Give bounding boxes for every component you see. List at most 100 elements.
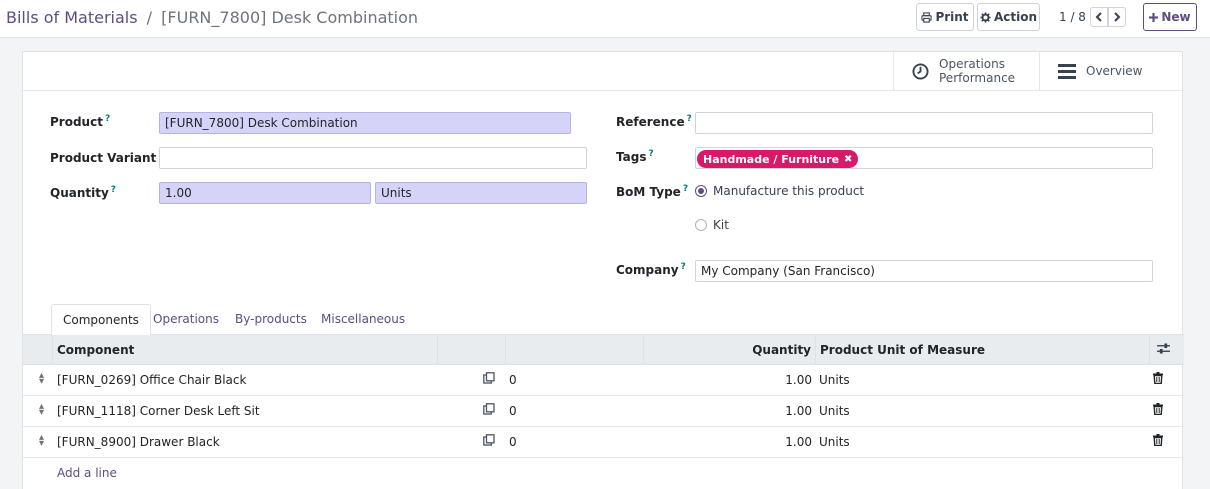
bom-type-label: BoM Type? xyxy=(616,184,688,199)
company-field[interactable]: My Company (San Francisco) xyxy=(695,260,1153,282)
bars-icon xyxy=(1058,63,1076,79)
operations-performance-label: Operations Performance xyxy=(939,57,1015,85)
print-icon xyxy=(921,11,933,23)
trash-icon[interactable] xyxy=(1153,372,1163,387)
tag-badge: Handmade / Furniture ✖ xyxy=(697,150,859,168)
action-button[interactable]: Action xyxy=(977,3,1040,31)
help-marker[interactable]: ? xyxy=(687,114,692,124)
gear-icon xyxy=(980,11,991,23)
bom-type-label-text: BoM Type xyxy=(616,185,681,199)
table-row[interactable]: ▴ ▾ [FURN_8900] Drawer Black 0 1.00 Units xyxy=(23,427,1184,458)
remove-tag-icon[interactable]: ✖ xyxy=(844,154,852,165)
table-row[interactable]: ▴ ▾ [FURN_0269] Office Chair Black 0 1.00… xyxy=(23,365,1184,396)
print-label: Print xyxy=(935,10,969,24)
component-uom[interactable]: Units xyxy=(819,404,850,418)
chevron-right-icon xyxy=(1114,12,1121,22)
help-marker[interactable]: ? xyxy=(105,114,110,124)
help-marker[interactable]: ? xyxy=(648,149,653,159)
new-button[interactable]: New xyxy=(1143,3,1197,31)
radio-kit[interactable] xyxy=(695,219,707,231)
product-variant-label: Product Variant? xyxy=(50,150,164,165)
optional-columns-toggle[interactable] xyxy=(1149,335,1184,365)
component-name[interactable]: [FURN_1118] Corner Desk Left Sit xyxy=(57,404,260,418)
tab-by-products[interactable]: By-products xyxy=(224,304,318,335)
component-name[interactable]: [FURN_8900] Drawer Black xyxy=(57,435,220,449)
tags-label: Tags? xyxy=(616,149,654,164)
component-name[interactable]: [FURN_0269] Office Chair Black xyxy=(57,373,246,387)
sliders-icon xyxy=(1157,343,1170,354)
column-count xyxy=(505,335,643,365)
control-panel: Bills of Materials / [FURN_7800] Desk Co… xyxy=(0,0,1210,38)
pager-value[interactable]: 1 / 8 xyxy=(1059,10,1086,24)
operations-label-line1: Operations xyxy=(939,57,1005,71)
product-variant-field[interactable] xyxy=(159,147,587,169)
product-field[interactable]: [FURN_7800] Desk Combination xyxy=(159,112,571,134)
copy-icon[interactable] xyxy=(483,434,495,449)
breadcrumb: Bills of Materials / [FURN_7800] Desk Co… xyxy=(6,8,418,27)
uom-field[interactable]: Units xyxy=(375,182,587,204)
drag-handle-icon[interactable]: ▴ ▾ xyxy=(39,433,44,449)
reference-label-text: Reference xyxy=(616,115,685,129)
tags-field[interactable]: Handmade / Furniture ✖ xyxy=(695,147,1153,169)
tab-components[interactable]: Components xyxy=(51,304,151,336)
product-variant-label-text: Product Variant xyxy=(50,151,157,165)
operations-performance-button[interactable]: Operations Performance xyxy=(893,52,1039,90)
tag-label: Handmade / Furniture xyxy=(703,152,840,166)
bom-type-manufacture-label: Manufacture this product xyxy=(713,184,865,198)
tab-miscellaneous[interactable]: Miscellaneous xyxy=(310,304,416,335)
action-label: Action xyxy=(993,10,1038,24)
radio-manufacture[interactable] xyxy=(695,185,707,197)
component-count: 0 xyxy=(509,404,517,418)
smart-button-box: Operations Performance Overview xyxy=(23,52,1184,91)
product-label: Product? xyxy=(50,114,110,129)
help-marker[interactable]: ? xyxy=(111,185,116,195)
component-uom[interactable]: Units xyxy=(819,435,850,449)
help-marker[interactable]: ? xyxy=(683,184,688,194)
tags-label-text: Tags xyxy=(616,150,647,164)
drag-handle-icon[interactable]: ▴ ▾ xyxy=(39,371,44,387)
trash-icon[interactable] xyxy=(1153,434,1163,449)
reference-label: Reference? xyxy=(616,114,692,129)
pager-next-button[interactable] xyxy=(1108,7,1126,27)
quantity-label: Quantity? xyxy=(50,185,116,200)
table-header: Component Quantity Product Unit of Measu… xyxy=(23,335,1184,365)
clock-icon xyxy=(912,62,929,80)
column-quantity[interactable]: Quantity xyxy=(643,335,815,365)
component-count: 0 xyxy=(509,373,517,387)
add-line-link[interactable]: Add a line xyxy=(57,466,117,480)
column-component[interactable]: Component xyxy=(52,335,438,365)
form-sheet: Operations Performance Overview Product?… xyxy=(22,51,1184,489)
pager-previous-button[interactable] xyxy=(1090,7,1108,27)
new-label: New xyxy=(1161,10,1191,24)
print-button[interactable]: Print xyxy=(916,3,974,31)
copy-icon[interactable] xyxy=(483,403,495,418)
column-uom[interactable]: Product Unit of Measure xyxy=(815,335,1149,365)
plus-icon xyxy=(1149,12,1159,22)
bom-type-kit-label: Kit xyxy=(713,218,729,232)
breadcrumb-current: [FURN_7800] Desk Combination xyxy=(161,8,419,27)
copy-icon[interactable] xyxy=(483,372,495,387)
overview-button[interactable]: Overview xyxy=(1039,52,1184,90)
bom-type-manufacture-option[interactable]: Manufacture this product xyxy=(695,184,864,198)
reference-field[interactable] xyxy=(695,112,1153,134)
component-quantity[interactable]: 1.00 xyxy=(643,373,812,387)
component-quantity[interactable]: 1.00 xyxy=(643,435,812,449)
overview-label: Overview xyxy=(1086,64,1143,78)
component-count: 0 xyxy=(509,435,517,449)
notebook-tabs: Components Operations By-products Miscel… xyxy=(23,304,1184,336)
bom-type-kit-option[interactable]: Kit xyxy=(695,218,729,232)
component-uom[interactable]: Units xyxy=(819,373,850,387)
component-quantity[interactable]: 1.00 xyxy=(643,404,812,418)
product-label-text: Product xyxy=(50,115,103,129)
breadcrumb-bom-link[interactable]: Bills of Materials xyxy=(6,8,138,27)
drag-handle-icon[interactable]: ▴ ▾ xyxy=(39,402,44,418)
quantity-field[interactable]: 1.00 xyxy=(159,182,371,204)
operations-label-line2: Performance xyxy=(939,71,1016,85)
company-label-text: Company xyxy=(616,263,679,277)
trash-icon[interactable] xyxy=(1153,403,1163,418)
company-label: Company? xyxy=(616,262,686,277)
column-spacer xyxy=(437,335,505,365)
help-marker[interactable]: ? xyxy=(681,262,686,272)
table-row[interactable]: ▴ ▾ [FURN_1118] Corner Desk Left Sit 0 1.… xyxy=(23,396,1184,427)
tab-operations[interactable]: Operations xyxy=(142,304,230,335)
